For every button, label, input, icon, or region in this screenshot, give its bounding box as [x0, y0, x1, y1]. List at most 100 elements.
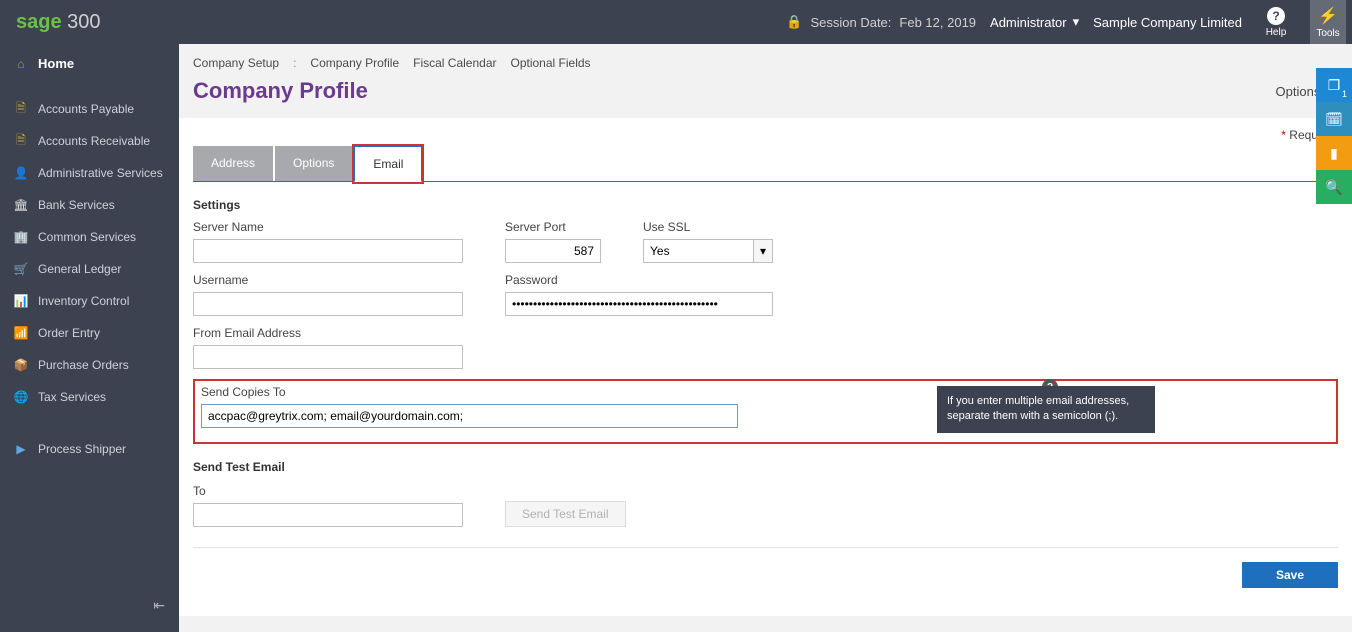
breadcrumb-item[interactable]: Fiscal Calendar [413, 56, 496, 70]
sidebar-item-label: Tax Services [38, 390, 106, 404]
send-copies-label: Send Copies To [201, 385, 1330, 399]
sidebar-item-label: Common Services [38, 230, 136, 244]
tools-label: Tools [1316, 28, 1339, 39]
session-date-value: Feb 12, 2019 [899, 15, 976, 30]
windows-icon: ❐ [1328, 77, 1341, 94]
sidebar-item-label: Process Shipper [38, 442, 126, 456]
send-copies-input[interactable] [201, 404, 738, 428]
required-note: * Required [193, 118, 1338, 146]
sidebar-item-purchase-orders[interactable]: 📦 Purchase Orders [0, 349, 179, 381]
chevron-down-icon: ▾ [1073, 14, 1080, 30]
sidebar-item-label: Order Entry [38, 326, 100, 340]
help-button[interactable]: ? Help [1256, 7, 1296, 38]
sidebar-item-common-services[interactable]: 🏢 Common Services [0, 221, 179, 253]
help-label: Help [1266, 27, 1287, 38]
app-logo: sage 300 [16, 11, 101, 34]
search-icon: 🔍 [1325, 179, 1342, 196]
top-bar: sage 300 🔒 Session Date: Feb 12, 2019 Ad… [0, 0, 1352, 44]
tab-email[interactable]: Email [354, 146, 422, 182]
bank-icon: 🏛 [14, 198, 28, 212]
sidebar-item-label: Accounts Receivable [38, 134, 150, 148]
to-label: To [193, 484, 463, 498]
divider [193, 547, 1338, 548]
settings-heading: Settings [193, 198, 1338, 212]
send-test-heading: Send Test Email [193, 460, 1338, 474]
help-icon: ? [1267, 7, 1285, 25]
cart-icon: 🛒 [14, 262, 28, 276]
box-icon: 📦 [14, 358, 28, 372]
server-name-input[interactable] [193, 239, 463, 263]
company-name: Sample Company Limited [1093, 15, 1242, 30]
to-input[interactable] [193, 503, 463, 527]
sidebar-collapse-button[interactable]: ⇤ [153, 597, 165, 614]
sidebar-item-admin-services[interactable]: 👤 Administrative Services [0, 157, 179, 189]
session-date-label: Session Date: [810, 15, 891, 30]
right-rail: ❐ 1 🗓 ▮ 🔍 [1316, 68, 1352, 204]
send-test-email-button[interactable]: Send Test Email [505, 501, 626, 527]
page-options-label: Options [1276, 84, 1321, 99]
chart-icon: 📊 [14, 294, 28, 308]
sidebar-item-label: Purchase Orders [38, 358, 129, 372]
tab-address[interactable]: Address [193, 146, 273, 181]
chevron-down-icon[interactable]: ▾ [753, 239, 773, 263]
page-title: Company Profile [193, 78, 368, 104]
user-menu[interactable]: Administrator ▾ [990, 14, 1079, 30]
username-label: Username [193, 273, 463, 287]
sidebar-item-process-shipper[interactable]: ▶ Process Shipper [0, 433, 179, 465]
content-panel: * Required Address Options Email Setting… [179, 118, 1352, 616]
sidebar-item-bank-services[interactable]: 🏛 Bank Services [0, 189, 179, 221]
truck-icon: ▶ [14, 442, 28, 456]
sidebar: ⌂ Home 🗎 Accounts Payable 🗎 Accounts Rec… [0, 44, 179, 632]
sidebar-item-label: General Ledger [38, 262, 121, 276]
server-name-label: Server Name [193, 220, 463, 234]
main-area: Company Setup : Company Profile Fiscal C… [179, 44, 1352, 632]
breadcrumb-sep: : [293, 56, 296, 70]
document-icon: 🗎 [14, 102, 28, 116]
rail-calendar-button[interactable]: 🗓 [1316, 102, 1352, 136]
password-label: Password [505, 273, 773, 287]
sidebar-item-order-entry[interactable]: 📶 Order Entry [0, 317, 179, 349]
sidebar-item-accounts-payable[interactable]: 🗎 Accounts Payable [0, 93, 179, 125]
tooltip: If you enter multiple email addresses, s… [937, 386, 1155, 433]
sidebar-item-label: Accounts Payable [38, 102, 134, 116]
session-date-block: 🔒 Session Date: Feb 12, 2019 [786, 14, 976, 30]
document-icon: 🗎 [14, 134, 28, 148]
logo-300: 300 [62, 11, 101, 33]
sidebar-item-general-ledger[interactable]: 🛒 General Ledger [0, 253, 179, 285]
username-input[interactable] [193, 292, 463, 316]
calendar-icon: 🗓 [1325, 111, 1343, 128]
people-icon: 👤 [14, 166, 28, 180]
server-port-input[interactable] [505, 239, 601, 263]
sidebar-item-label: Bank Services [38, 198, 115, 212]
tab-options[interactable]: Options [275, 146, 352, 181]
home-icon: ⌂ [14, 57, 28, 71]
breadcrumb: Company Setup : Company Profile Fiscal C… [179, 44, 1352, 76]
rail-windows-button[interactable]: ❐ 1 [1316, 68, 1352, 102]
breadcrumb-item[interactable]: Company Profile [310, 56, 399, 70]
bolt-icon: ⚡ [1318, 6, 1338, 26]
rail-search-button[interactable]: 🔍 [1316, 170, 1352, 204]
server-port-label: Server Port [505, 220, 601, 234]
tabs: Address Options Email [193, 146, 1338, 182]
use-ssl-select[interactable]: Yes ▾ [643, 239, 773, 263]
breadcrumb-item[interactable]: Optional Fields [511, 56, 591, 70]
password-input[interactable] [505, 292, 773, 316]
breadcrumb-root[interactable]: Company Setup [193, 56, 279, 70]
globe-icon: 🌐 [14, 390, 28, 404]
save-button[interactable]: Save [1242, 562, 1338, 588]
note-icon: ▮ [1330, 145, 1338, 162]
sidebar-item-accounts-receivable[interactable]: 🗎 Accounts Receivable [0, 125, 179, 157]
tools-button[interactable]: ⚡ Tools [1310, 0, 1346, 44]
sidebar-home[interactable]: ⌂ Home [0, 44, 179, 83]
lock-icon: 🔒 [786, 14, 802, 30]
rail-notes-button[interactable]: ▮ [1316, 136, 1352, 170]
sidebar-item-inventory-control[interactable]: 📊 Inventory Control [0, 285, 179, 317]
sidebar-item-label: Inventory Control [38, 294, 129, 308]
rail-badge: 1 [1342, 89, 1347, 99]
sidebar-item-tax-services[interactable]: 🌐 Tax Services [0, 381, 179, 413]
from-email-input[interactable] [193, 345, 463, 369]
building-icon: 🏢 [14, 230, 28, 244]
from-email-label: From Email Address [193, 326, 463, 340]
send-copies-highlight: Send Copies To ? If you enter multiple e… [193, 379, 1338, 444]
use-ssl-label: Use SSL [643, 220, 773, 234]
